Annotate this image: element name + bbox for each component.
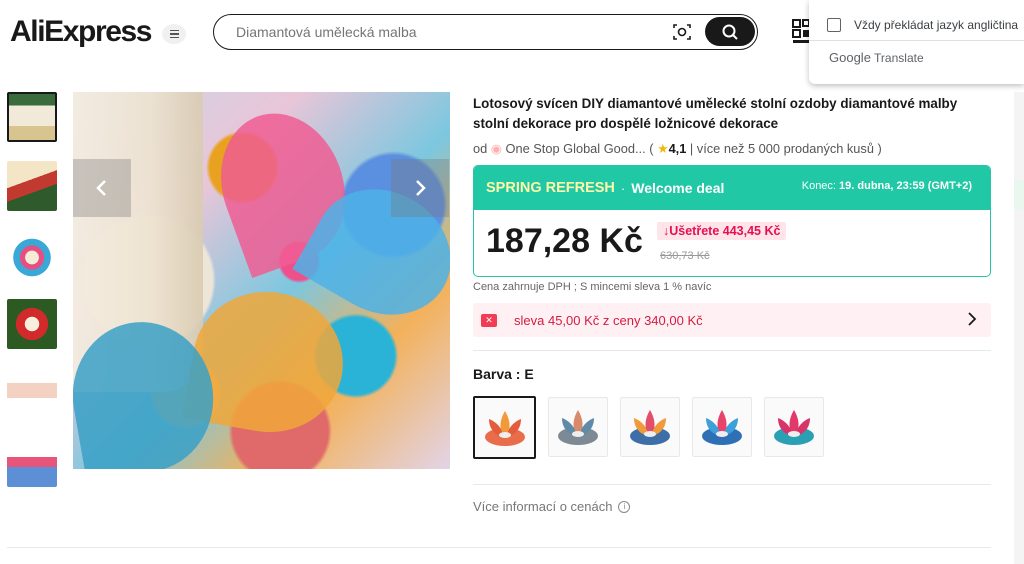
sold-count: | více než 5 000 prodaných kusů ) (689, 141, 882, 156)
lotus-b-icon (630, 410, 670, 445)
google-label: Google (829, 50, 871, 65)
main-product-image[interactable] (73, 92, 450, 469)
deal-end-value: 19. dubna, 23:59 (GMT+2) (839, 180, 972, 192)
thumbnail-2[interactable] (7, 161, 57, 211)
color-option-a[interactable] (548, 397, 608, 457)
search-button[interactable] (705, 17, 755, 46)
store-line: od ◉ One Stop Global Good... ( ★4,1 | ví… (473, 141, 882, 157)
always-translate-label: Vždy překládat jazyk angličtina (854, 18, 1019, 32)
lotus-d-icon (774, 410, 814, 445)
current-price: 187,28 Kč (486, 222, 643, 260)
camera-search-icon[interactable] (672, 22, 692, 42)
coupon-text: sleva 45,00 Kč z ceny 340,00 Kč (514, 312, 703, 328)
coupon-banner[interactable]: ✕ sleva 45,00 Kč z ceny 340,00 Kč (473, 303, 991, 337)
star-icon: ★ (657, 141, 669, 156)
vat-note: Cena zahrnuje DPH ; S mincemi sleva 1 % … (473, 281, 712, 293)
always-translate-checkbox[interactable] (827, 18, 841, 32)
thumbnail-3[interactable] (7, 230, 57, 280)
spring-refresh-label: SPRING REFRESH (486, 180, 615, 196)
deal-separator: · (620, 180, 626, 196)
more-price-info-text: Více informací o cenách (473, 499, 613, 514)
thumbnail-4[interactable] (7, 299, 57, 349)
translate-popup: Vždy překládat jazyk angličtina Google T… (809, 0, 1024, 84)
store-prefix: od (473, 141, 488, 156)
lotus-e-icon (484, 410, 525, 446)
search-bar (213, 14, 758, 50)
store-icon: ◉ (490, 141, 502, 156)
aliexpress-logo[interactable]: AliExpress (10, 14, 152, 50)
original-price: 630,73 Kč (660, 250, 710, 262)
info-icon: i (618, 500, 631, 513)
google-translate-brand: Google Translate (809, 41, 1024, 65)
rating-value: 4,1 (668, 141, 687, 156)
store-paren: ( (649, 141, 654, 156)
savings-badge: ↓Ušetřete 443,45 Kč (657, 222, 787, 240)
divider (473, 484, 991, 485)
coupon-icon: ✕ (481, 313, 497, 327)
savings-text: Ušetřete 443,45 Kč (669, 224, 781, 238)
qr-code-icon[interactable] (792, 18, 810, 46)
deal-banner: SPRING REFRESH · Welcome deal Konec: 19.… (474, 166, 990, 210)
next-image-button[interactable] (391, 159, 449, 217)
chevron-right-icon (968, 312, 977, 326)
divider (7, 547, 991, 548)
color-label: Barva : E (473, 366, 534, 382)
previous-image-button[interactable] (73, 159, 131, 217)
right-side-panel (1014, 92, 1024, 564)
thumbnail-5[interactable] (7, 368, 57, 418)
menu-icon[interactable] (162, 24, 186, 44)
color-swatches (473, 396, 824, 459)
deal-end-label: Konec: (801, 180, 836, 192)
color-option-b[interactable] (620, 397, 680, 457)
chevron-left-icon (96, 180, 106, 196)
lotus-a-icon (558, 410, 598, 445)
translate-label: Translate (874, 51, 924, 65)
color-option-d[interactable] (764, 397, 824, 457)
search-icon (722, 24, 738, 40)
store-name-link[interactable]: One Stop Global Good... (506, 141, 646, 156)
thumbnail-list (7, 92, 59, 506)
color-option-c[interactable] (692, 397, 752, 457)
color-option-e[interactable] (473, 396, 536, 459)
thumbnail-6[interactable] (7, 437, 57, 487)
lotus-c-icon (702, 410, 742, 445)
chevron-right-icon (416, 180, 426, 196)
deal-end-time: Konec: 19. dubna, 23:59 (GMT+2) (802, 180, 972, 192)
welcome-deal-label: Welcome deal (631, 180, 725, 196)
welcome-deal-box: SPRING REFRESH · Welcome deal Konec: 19.… (473, 165, 991, 277)
more-price-info-link[interactable]: Více informací o cenách i (473, 499, 631, 514)
logo-text: AliExpress (10, 15, 152, 48)
thumbnail-1[interactable] (7, 92, 57, 142)
search-input[interactable] (236, 24, 656, 40)
divider (473, 350, 991, 351)
product-title: Lotosový svícen DIY diamantové umělecké … (473, 96, 958, 131)
